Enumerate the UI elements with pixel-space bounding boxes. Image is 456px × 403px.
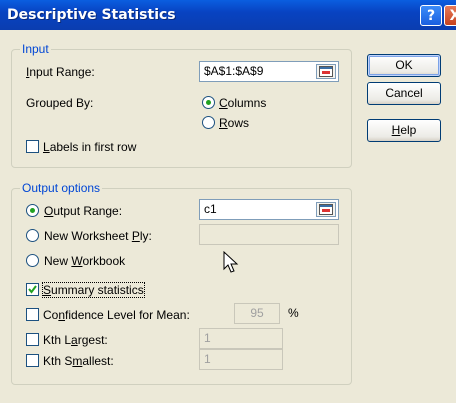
summary-statistics-checkbox[interactable] bbox=[26, 283, 39, 296]
confidence-level-label: Confidence Level for Mean: bbox=[43, 308, 190, 322]
kth-smallest-label: Kth Smallest: bbox=[43, 354, 114, 368]
range-select-icon bbox=[319, 66, 333, 77]
output-range-label: Output Range: bbox=[44, 204, 123, 218]
kth-largest-label: Kth Largest: bbox=[43, 333, 108, 347]
confidence-level-value: 95 bbox=[250, 306, 264, 320]
kth-largest-field[interactable]: 1 bbox=[199, 328, 283, 349]
confidence-level-checkbox[interactable] bbox=[26, 308, 39, 321]
input-range-label: Input Range: bbox=[26, 65, 95, 79]
checkmark-icon bbox=[28, 285, 37, 294]
descriptive-statistics-dialog: Descriptive Statistics ? X Input Input R… bbox=[0, 0, 456, 403]
labels-first-row-label: Labels in first row bbox=[43, 140, 137, 154]
confidence-level-field[interactable]: 95 bbox=[234, 303, 280, 324]
ok-button[interactable]: OK bbox=[367, 54, 441, 77]
help-button[interactable]: Help bbox=[367, 119, 441, 142]
rows-radio[interactable] bbox=[202, 116, 215, 129]
range-select-icon bbox=[319, 204, 333, 215]
confidence-unit: % bbox=[288, 306, 299, 320]
kth-largest-checkbox[interactable] bbox=[26, 333, 39, 346]
grouped-by-label: Grouped By: bbox=[26, 96, 94, 110]
new-worksheet-radio[interactable] bbox=[26, 229, 39, 242]
rows-label: Rows bbox=[219, 116, 250, 130]
new-worksheet-label: New Worksheet Ply: bbox=[44, 229, 152, 243]
mouse-cursor-icon bbox=[223, 251, 239, 273]
output-range-collapse-button[interactable] bbox=[316, 202, 336, 217]
labels-first-row-checkbox[interactable] bbox=[26, 140, 39, 153]
columns-label: Columns bbox=[219, 96, 267, 110]
kth-smallest-checkbox[interactable] bbox=[26, 354, 39, 367]
columns-radio[interactable] bbox=[202, 96, 215, 109]
input-range-value: $A$1:$A$9 bbox=[204, 64, 264, 78]
title-help-button[interactable]: ? bbox=[420, 5, 442, 26]
window-title: Descriptive Statistics bbox=[7, 7, 176, 23]
title-bar[interactable]: Descriptive Statistics ? X bbox=[0, 0, 456, 30]
cancel-button[interactable]: Cancel bbox=[367, 82, 441, 105]
summary-statistics-label: Summary statistics bbox=[42, 282, 145, 298]
output-range-radio[interactable] bbox=[26, 204, 39, 217]
kth-largest-value: 1 bbox=[204, 331, 211, 345]
output-options-legend: Output options bbox=[20, 181, 103, 195]
kth-smallest-field[interactable]: 1 bbox=[199, 349, 283, 370]
input-group-legend: Input bbox=[20, 42, 51, 56]
title-close-button[interactable]: X bbox=[444, 5, 456, 26]
input-range-collapse-button[interactable] bbox=[316, 64, 336, 79]
new-workbook-radio[interactable] bbox=[26, 254, 39, 267]
output-range-value: c1 bbox=[204, 202, 217, 216]
new-worksheet-field[interactable] bbox=[199, 224, 339, 245]
new-workbook-label: New Workbook bbox=[44, 254, 126, 268]
kth-smallest-value: 1 bbox=[204, 352, 211, 366]
